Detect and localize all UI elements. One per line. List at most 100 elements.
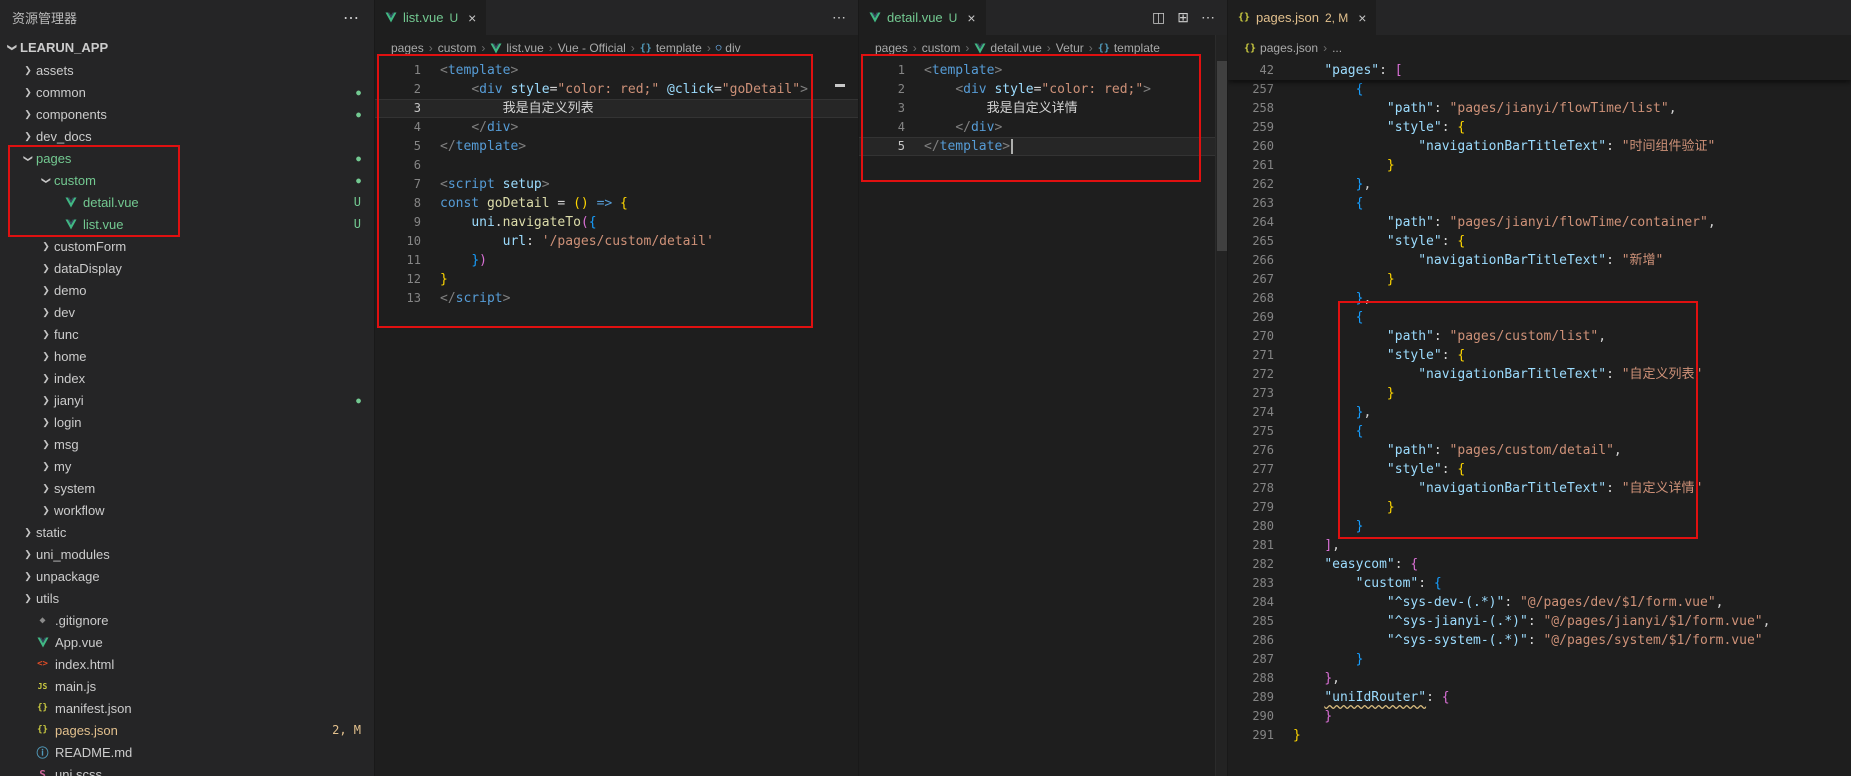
breadcrumb-item[interactable]: div (725, 41, 740, 55)
chevron-right-icon[interactable]: ❯ (20, 549, 36, 560)
code-line[interactable]: 279 } (1228, 498, 1851, 517)
code-line[interactable]: 284 "^sys-dev-(.*)": "@/pages/dev/$1/for… (1228, 593, 1851, 612)
breadcrumb-item[interactable]: pages (875, 41, 908, 55)
chevron-right-icon[interactable]: ❯ (38, 395, 54, 406)
breadcrumb-item[interactable]: list.vue (506, 41, 543, 55)
close-icon[interactable]: × (967, 10, 975, 26)
code-editor[interactable]: 1<template>2 <div style="color: red;" @c… (375, 61, 858, 776)
tree-item-manifest-json[interactable]: {}manifest.json (0, 697, 374, 719)
chevron-right-icon[interactable]: ❯ (38, 373, 54, 384)
breadcrumb-item[interactable]: pages (391, 41, 424, 55)
code-line[interactable]: 273 } (1228, 384, 1851, 403)
tree-item-login[interactable]: ❯login (0, 411, 374, 433)
chevron-right-icon[interactable]: ❯ (20, 571, 36, 582)
code-line[interactable]: 4 </div> (375, 118, 858, 137)
breadcrumb-item[interactable]: Vetur (1056, 41, 1084, 55)
tree-item--gitignore[interactable]: ◆.gitignore (0, 609, 374, 631)
code-line[interactable]: 4 </div> (859, 118, 1227, 137)
code-line[interactable]: 8const goDetail = () => { (375, 194, 858, 213)
code-line[interactable]: 286 "^sys-system-(.*)": "@/pages/system/… (1228, 631, 1851, 650)
code-line[interactable]: 280 } (1228, 517, 1851, 536)
tree-item-customform[interactable]: ❯customForm (0, 235, 374, 257)
split-icon[interactable]: ◫ (1152, 9, 1165, 26)
code-line[interactable]: 266 "navigationBarTitleText": "新增" (1228, 251, 1851, 270)
layout-icon[interactable]: ⊞ (1177, 9, 1189, 26)
tree-item-index-html[interactable]: <>index.html (0, 653, 374, 675)
code-line[interactable]: 276 "path": "pages/custom/detail", (1228, 441, 1851, 460)
code-line[interactable]: 275 { (1228, 422, 1851, 441)
tree-item-index[interactable]: ❯index (0, 367, 374, 389)
sticky-scroll-line[interactable]: 42 "pages": [ (1228, 61, 1851, 80)
tree-item-utils[interactable]: ❯utils (0, 587, 374, 609)
code-line[interactable]: 12} (375, 270, 858, 289)
code-editor[interactable]: 1<template>2 <div style="color: red;">3 … (859, 61, 1227, 776)
tree-item-main-js[interactable]: JSmain.js (0, 675, 374, 697)
chevron-right-icon[interactable]: ❯ (38, 351, 54, 362)
tree-item-components[interactable]: ❯components● (0, 103, 374, 125)
breadcrumb-item[interactable]: pages.json (1260, 41, 1318, 55)
code-line[interactable]: 285 "^sys-jianyi-(.*)": "@/pages/jianyi/… (1228, 612, 1851, 631)
tab-detail-vue[interactable]: detail.vue U × (859, 0, 987, 35)
code-line[interactable]: 3 我是自定义列表 (375, 99, 858, 118)
code-line[interactable]: 259 "style": { (1228, 118, 1851, 137)
chevron-right-icon[interactable]: ❯ (38, 483, 54, 494)
code-line[interactable]: 3 我是自定义详情 (859, 99, 1227, 118)
tree-item-uni-modules[interactable]: ❯uni_modules (0, 543, 374, 565)
chevron-right-icon[interactable]: ❯ (20, 527, 36, 538)
code-line[interactable]: 263 { (1228, 194, 1851, 213)
tree-item-my[interactable]: ❯my (0, 455, 374, 477)
tree-item-jianyi[interactable]: ❯jianyi● (0, 389, 374, 411)
chevron-down-icon[interactable]: ❯ (23, 150, 34, 166)
scrollbar-thumb[interactable] (1217, 61, 1227, 251)
code-line[interactable]: 257 { (1228, 80, 1851, 99)
more-actions-icon[interactable]: ⋯ (343, 8, 360, 28)
code-line[interactable]: 268 }, (1228, 289, 1851, 308)
code-line[interactable]: 1<template> (859, 61, 1227, 80)
code-line[interactable]: 288 }, (1228, 669, 1851, 688)
tree-item-unpackage[interactable]: ❯unpackage (0, 565, 374, 587)
code-line[interactable]: 5</template> (859, 137, 1227, 156)
tree-item-assets[interactable]: ❯assets (0, 59, 374, 81)
tree-item-system[interactable]: ❯system (0, 477, 374, 499)
chevron-right-icon[interactable]: ❯ (38, 285, 54, 296)
tree-item-msg[interactable]: ❯msg (0, 433, 374, 455)
code-line[interactable]: 2 <div style="color: red;"> (859, 80, 1227, 99)
code-editor[interactable]: 42 "pages": [257 {258 "path": "pages/jia… (1228, 61, 1851, 776)
code-line[interactable]: 13</script> (375, 289, 858, 308)
code-line[interactable]: 283 "custom": { (1228, 574, 1851, 593)
chevron-right-icon[interactable]: ❯ (20, 131, 36, 142)
more-icon[interactable]: ⋯ (1201, 9, 1215, 26)
code-line[interactable]: 7<script setup> (375, 175, 858, 194)
tree-item-home[interactable]: ❯home (0, 345, 374, 367)
code-line[interactable]: 264 "path": "pages/jianyi/flowTime/conta… (1228, 213, 1851, 232)
code-line[interactable]: 258 "path": "pages/jianyi/flowTime/list"… (1228, 99, 1851, 118)
tab-pages-json[interactable]: {} pages.json 2, M × (1228, 0, 1377, 35)
code-line[interactable]: 282 "easycom": { (1228, 555, 1851, 574)
code-line[interactable]: 291} (1228, 726, 1851, 745)
chevron-right-icon[interactable]: ❯ (38, 307, 54, 318)
project-root-item[interactable]: ❯ LEARUN_APP (0, 35, 374, 59)
close-icon[interactable]: × (1358, 10, 1366, 26)
tree-item-detail-vue[interactable]: detail.vueU (0, 191, 374, 213)
tree-item-func[interactable]: ❯func (0, 323, 374, 345)
tree-item-demo[interactable]: ❯demo (0, 279, 374, 301)
code-line[interactable]: 10 url: '/pages/custom/detail' (375, 232, 858, 251)
chevron-down-icon[interactable]: ❯ (41, 172, 52, 188)
chevron-right-icon[interactable]: ❯ (20, 87, 36, 98)
code-line[interactable]: 272 "navigationBarTitleText": "自定义列表" (1228, 365, 1851, 384)
tree-item-datadisplay[interactable]: ❯dataDisplay (0, 257, 374, 279)
code-line[interactable]: 261 } (1228, 156, 1851, 175)
breadcrumb-item[interactable]: ... (1332, 41, 1342, 55)
tree-item-uni-scss[interactable]: Suni.scss (0, 763, 374, 776)
chevron-right-icon[interactable]: ❯ (38, 505, 54, 516)
tree-item-pages-json[interactable]: {}pages.json2, M (0, 719, 374, 741)
code-line[interactable]: 274 }, (1228, 403, 1851, 422)
code-line[interactable]: 271 "style": { (1228, 346, 1851, 365)
chevron-right-icon[interactable]: ❯ (20, 65, 36, 76)
breadcrumb-item[interactable]: template (1114, 41, 1160, 55)
chevron-right-icon[interactable]: ❯ (38, 461, 54, 472)
code-line[interactable]: 262 }, (1228, 175, 1851, 194)
code-line[interactable]: 267 } (1228, 270, 1851, 289)
code-line[interactable]: 11 }) (375, 251, 858, 270)
chevron-right-icon[interactable]: ❯ (20, 109, 36, 120)
